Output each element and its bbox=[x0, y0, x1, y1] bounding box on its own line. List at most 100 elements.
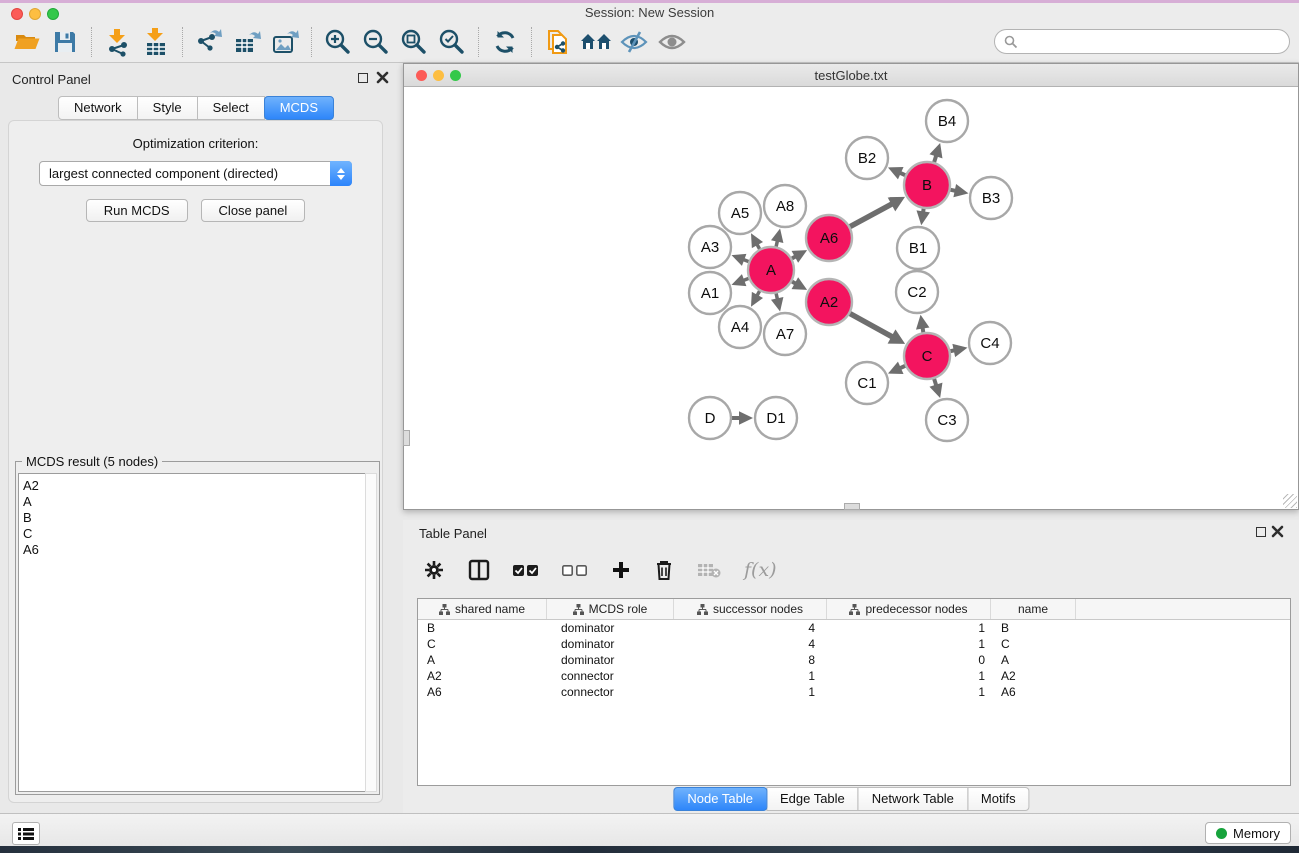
zoom-out-icon[interactable] bbox=[357, 25, 395, 59]
table-cell[interactable]: 1 bbox=[674, 685, 827, 699]
splitter-handle-icon[interactable] bbox=[403, 430, 410, 446]
add-column-icon[interactable] bbox=[611, 555, 631, 585]
zoom-in-icon[interactable] bbox=[319, 25, 357, 59]
delete-table-icon[interactable] bbox=[697, 555, 721, 585]
table-cell[interactable]: connector bbox=[547, 669, 674, 683]
import-table-icon[interactable] bbox=[137, 25, 175, 59]
search-input[interactable] bbox=[994, 29, 1290, 54]
table-cell[interactable]: A bbox=[991, 653, 1076, 667]
network-minimize-icon[interactable] bbox=[433, 70, 444, 81]
memory-button[interactable]: Memory bbox=[1205, 822, 1291, 844]
table-cell[interactable]: 1 bbox=[674, 669, 827, 683]
run-mcds-button[interactable]: Run MCDS bbox=[86, 199, 188, 222]
result-list-item[interactable]: A2 bbox=[23, 478, 365, 494]
network-canvas[interactable]: B4B2BB3A5A8A6B1A3AA1C2A2A4A7C4CC1C3DD1 bbox=[404, 88, 1298, 509]
close-panel-button[interactable]: Close panel bbox=[201, 199, 306, 222]
table-cell[interactable]: 1 bbox=[827, 685, 991, 699]
column-layout-icon[interactable] bbox=[468, 555, 490, 585]
delete-column-icon[interactable] bbox=[654, 555, 674, 585]
table-cell[interactable]: C bbox=[991, 637, 1076, 651]
table-cell[interactable]: A bbox=[418, 653, 547, 667]
table-cell[interactable]: dominator bbox=[547, 653, 674, 667]
table-cell[interactable]: 4 bbox=[674, 621, 827, 635]
table-cell[interactable]: 1 bbox=[827, 669, 991, 683]
column-header-successor-nodes[interactable]: successor nodes bbox=[674, 599, 827, 619]
graph-edge-arrowhead bbox=[917, 210, 930, 225]
tab-network-table[interactable]: Network Table bbox=[858, 787, 968, 811]
result-list-item[interactable]: B bbox=[23, 510, 365, 526]
mcds-result-list[interactable]: A2ABCA6 bbox=[18, 473, 365, 792]
table-cell[interactable]: B bbox=[418, 621, 547, 635]
table-row[interactable]: A6connector11A6 bbox=[418, 684, 1290, 700]
tab-mcds[interactable]: MCDS bbox=[264, 96, 334, 120]
table-cell[interactable]: 4 bbox=[674, 637, 827, 651]
table-cell[interactable]: B bbox=[991, 621, 1076, 635]
graph-node-label: A2 bbox=[820, 294, 838, 311]
graph-edge[interactable] bbox=[847, 203, 893, 228]
deselect-all-icon[interactable] bbox=[562, 555, 588, 585]
toolbar-separator bbox=[478, 27, 479, 57]
network-close-icon[interactable] bbox=[416, 70, 427, 81]
export-table-icon[interactable] bbox=[228, 25, 266, 59]
table-cell[interactable]: dominator bbox=[547, 637, 674, 651]
result-list-item[interactable]: C bbox=[23, 526, 365, 542]
open-icon[interactable] bbox=[8, 25, 46, 59]
float-panel-icon[interactable] bbox=[1256, 527, 1266, 537]
table-cell[interactable]: 0 bbox=[827, 653, 991, 667]
graph-edge[interactable] bbox=[847, 312, 893, 337]
tab-select[interactable]: Select bbox=[197, 96, 265, 120]
import-network-icon[interactable] bbox=[99, 25, 137, 59]
table-cell[interactable]: 1 bbox=[827, 637, 991, 651]
result-list-item[interactable]: A bbox=[23, 494, 365, 510]
network-maximize-icon[interactable] bbox=[450, 70, 461, 81]
tab-motifs[interactable]: Motifs bbox=[967, 787, 1030, 811]
column-header-mcds-role[interactable]: MCDS role bbox=[547, 599, 674, 619]
select-all-icon[interactable] bbox=[513, 555, 539, 585]
export-image-icon[interactable] bbox=[266, 25, 304, 59]
table-cell[interactable]: dominator bbox=[547, 621, 674, 635]
table-cell[interactable]: A6 bbox=[418, 685, 547, 699]
window-title: Session: New Session bbox=[0, 5, 1299, 20]
network-window-titlebar[interactable]: testGlobe.txt bbox=[404, 64, 1298, 87]
zoom-selected-icon[interactable] bbox=[433, 25, 471, 59]
table-row[interactable]: Bdominator41B bbox=[418, 620, 1290, 636]
tab-network[interactable]: Network bbox=[58, 96, 138, 120]
save-icon[interactable] bbox=[46, 25, 84, 59]
table-row[interactable]: Adominator80A bbox=[418, 652, 1290, 668]
table-cell[interactable]: connector bbox=[547, 685, 674, 699]
criterion-select[interactable]: largest connected component (directed) bbox=[39, 161, 352, 186]
network-graph[interactable]: B4B2BB3A5A8A6B1A3AA1C2A2A4A7C4CC1C3DD1 bbox=[404, 88, 1298, 510]
tab-node-table[interactable]: Node Table bbox=[673, 787, 767, 811]
close-panel-icon[interactable] bbox=[376, 71, 390, 85]
houses-icon[interactable] bbox=[577, 25, 615, 59]
eye-slash-icon[interactable] bbox=[615, 25, 653, 59]
table-settings-gear-icon[interactable] bbox=[423, 555, 445, 585]
select-stepper-icon[interactable] bbox=[330, 161, 352, 186]
column-header-shared-name[interactable]: shared name bbox=[418, 599, 547, 619]
tab-edge-table[interactable]: Edge Table bbox=[766, 787, 859, 811]
table-row[interactable]: A2connector11A2 bbox=[418, 668, 1290, 684]
table-cell[interactable]: 8 bbox=[674, 653, 827, 667]
column-header-name[interactable]: name bbox=[991, 599, 1076, 619]
table-cell[interactable]: A2 bbox=[418, 669, 547, 683]
result-list-item[interactable]: A6 bbox=[23, 542, 365, 558]
table-row[interactable]: Cdominator41C bbox=[418, 636, 1290, 652]
refresh-icon[interactable] bbox=[486, 25, 524, 59]
splitter-handle-icon[interactable] bbox=[844, 503, 860, 510]
table-cell[interactable]: C bbox=[418, 637, 547, 651]
tab-style[interactable]: Style bbox=[137, 96, 198, 120]
documents-share-icon[interactable] bbox=[539, 25, 577, 59]
float-panel-icon[interactable] bbox=[358, 73, 368, 83]
table-cell[interactable]: A2 bbox=[991, 669, 1076, 683]
zoom-fit-icon[interactable] bbox=[395, 25, 433, 59]
eye-icon[interactable] bbox=[653, 25, 691, 59]
resize-grip-icon[interactable] bbox=[1283, 494, 1297, 508]
column-header-predecessor-nodes[interactable]: predecessor nodes bbox=[827, 599, 991, 619]
result-scrollbar[interactable] bbox=[365, 473, 377, 792]
close-panel-icon[interactable] bbox=[1271, 525, 1285, 539]
table-cell[interactable]: 1 bbox=[827, 621, 991, 635]
table-cell[interactable]: A6 bbox=[991, 685, 1076, 699]
task-history-button[interactable] bbox=[12, 822, 40, 845]
function-builder-button[interactable]: f(x) bbox=[744, 555, 777, 585]
export-network-icon[interactable] bbox=[190, 25, 228, 59]
